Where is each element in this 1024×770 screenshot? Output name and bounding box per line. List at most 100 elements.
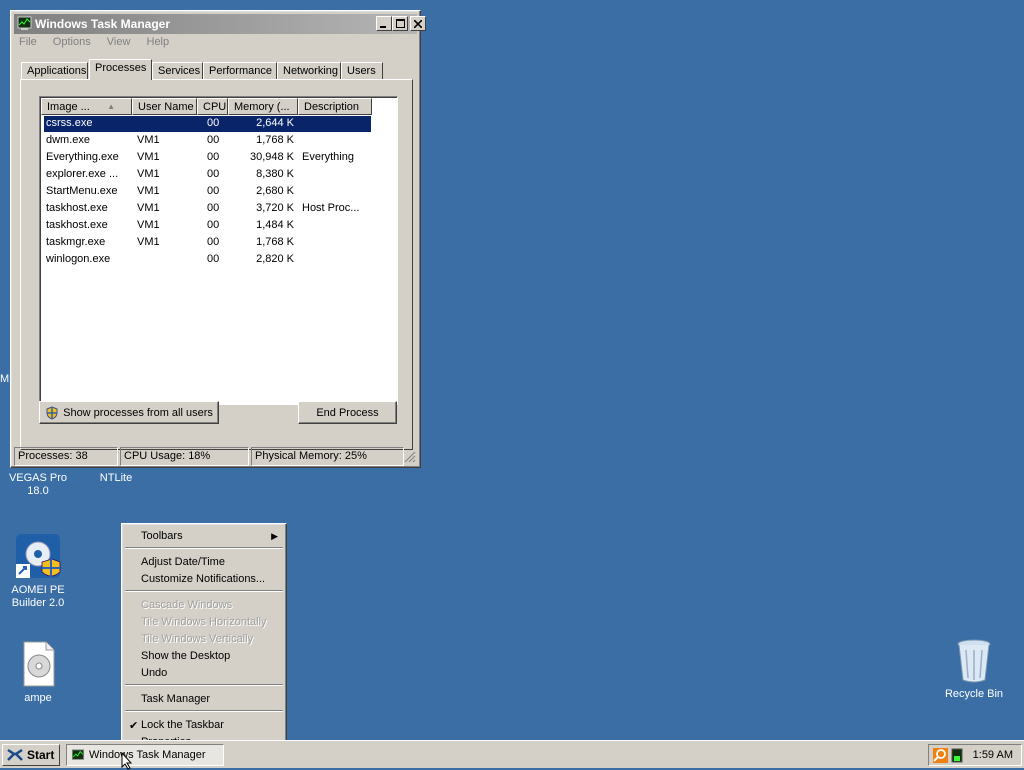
- process-cell-image: Everything.exe: [46, 151, 119, 163]
- desktop-icon-label: AOMEI PE: [11, 584, 65, 596]
- show-all-processes-label: Show processes from all users: [63, 406, 213, 419]
- menu-item-customize-notifications[interactable]: Customize Notifications...: [125, 571, 283, 588]
- search-tray-icon[interactable]: [933, 748, 948, 766]
- process-row[interactable]: taskmgr.exe VM1 00 1,768 K: [44, 235, 371, 251]
- process-cell-cpu: 00: [207, 253, 220, 265]
- file-disc-icon: [14, 640, 62, 688]
- start-label: Start: [27, 748, 55, 762]
- process-row[interactable]: explorer.exe ... VM1 00 8,380 K: [44, 167, 371, 183]
- menu-item-toolbars[interactable]: Toolbars ▶: [125, 528, 283, 545]
- taskbar[interactable]: Start Windows Task Manager 1:59 AM: [0, 740, 1024, 768]
- process-cell-cpu: 00: [207, 185, 220, 197]
- menu-item-task-manager[interactable]: Task Manager: [125, 691, 283, 708]
- process-list[interactable]: Image ... ▲ User Name CPU Memory (... De…: [39, 96, 398, 405]
- mouse-cursor-icon: [121, 752, 133, 770]
- column-cpu[interactable]: CPU: [197, 98, 228, 115]
- sort-ascending-icon: ▲: [107, 102, 115, 111]
- resize-grip-icon[interactable]: [404, 451, 416, 466]
- menu-item-adjust-datetime[interactable]: Adjust Date/Time: [125, 554, 283, 571]
- process-cell-cpu: 00: [207, 202, 220, 214]
- process-cell-user: VM1: [137, 185, 160, 197]
- menu-options[interactable]: Options: [53, 36, 91, 48]
- task-manager-window: Windows Task Manager File Options View H…: [10, 10, 426, 468]
- menu-separator: [125, 590, 283, 592]
- maximize-icon: [395, 19, 405, 28]
- process-cell-user: VM1: [137, 151, 160, 163]
- taskbar-context-menu: Toolbars ▶ Adjust Date/Time Customize No…: [121, 523, 287, 751]
- process-row[interactable]: csrss.exe 00 2,644 K: [44, 116, 371, 132]
- menu-item-undo[interactable]: Undo: [125, 665, 283, 682]
- desktop-icon-label: NTLite: [99, 472, 133, 484]
- submenu-arrow-icon: ▶: [271, 531, 278, 541]
- menu-bar: File Options View Help: [19, 36, 182, 52]
- process-cell-user: VM1: [137, 236, 160, 248]
- process-row[interactable]: dwm.exe VM1 00 1,768 K: [44, 133, 371, 149]
- process-row[interactable]: taskhost.exe VM1 00 1,484 K: [44, 218, 371, 234]
- clock[interactable]: 1:59 AM: [973, 749, 1013, 761]
- column-image-name[interactable]: Image ... ▲: [41, 98, 132, 115]
- process-cell-mem: 3,720 K: [256, 202, 294, 214]
- tab-networking[interactable]: Networking: [277, 62, 341, 80]
- process-cell-cpu: 00: [207, 168, 220, 180]
- column-user-name[interactable]: User Name: [132, 98, 197, 115]
- process-cell-image: explorer.exe ...: [46, 168, 119, 180]
- taskbar-button-task-manager[interactable]: Windows Task Manager: [66, 744, 224, 766]
- menu-item-show-desktop[interactable]: Show the Desktop: [125, 648, 283, 665]
- desktop-icon-vegas-pro[interactable]: VEGAS Pro 18.0: [0, 472, 76, 498]
- menu-item-cascade-windows: Cascade Windows: [141, 599, 233, 611]
- column-label: Image ...: [47, 101, 90, 113]
- process-list-header: Image ... ▲ User Name CPU Memory (... De…: [41, 98, 398, 115]
- process-cell-cpu: 00: [207, 134, 220, 146]
- process-row[interactable]: winlogon.exe 00 2,820 K: [44, 252, 371, 268]
- menu-help[interactable]: Help: [147, 36, 170, 48]
- task-manager-tray-icon[interactable]: [951, 748, 963, 766]
- minimize-button[interactable]: [376, 16, 392, 31]
- process-cell-mem: 1,768 K: [256, 236, 294, 248]
- status-processes: Processes: 38: [14, 447, 118, 466]
- process-cell-mem: 30,948 K: [249, 151, 294, 163]
- recycle-bin-icon: [950, 636, 998, 684]
- tab-services[interactable]: Services: [152, 62, 203, 80]
- menu-item-label: Lock the Taskbar: [141, 719, 224, 731]
- process-cell-cpu: 00: [207, 219, 220, 231]
- desktop-icon-ampe[interactable]: ampe: [0, 640, 76, 705]
- menu-separator: [125, 547, 283, 549]
- minimize-icon: [380, 25, 386, 28]
- tab-users[interactable]: Users: [341, 62, 383, 80]
- process-cell-cpu: 00: [207, 151, 220, 163]
- aomei-pe-builder-icon: [14, 532, 62, 580]
- tab-applications[interactable]: Applications: [21, 62, 88, 80]
- process-row[interactable]: taskhost.exe VM1 00 3,720 K Host Proc...: [44, 201, 371, 217]
- menu-item-tile-horizontally: Tile Windows Horizontally: [141, 616, 267, 628]
- show-all-processes-button[interactable]: Show processes from all users: [39, 401, 219, 424]
- checkmark-icon: ✔: [129, 720, 139, 732]
- tab-performance[interactable]: Performance: [203, 62, 277, 80]
- start-logo-icon: [7, 748, 23, 761]
- close-button[interactable]: [410, 16, 426, 31]
- process-row[interactable]: StartMenu.exe VM1 00 2,680 K: [44, 184, 371, 200]
- desktop-icon-aomei-pe-builder[interactable]: AOMEI PE Builder 2.0: [0, 532, 76, 610]
- process-cell-mem: 2,644 K: [256, 117, 294, 129]
- uac-shield-icon: [46, 405, 58, 420]
- column-memory[interactable]: Memory (...: [228, 98, 298, 115]
- menu-file[interactable]: File: [19, 36, 37, 48]
- maximize-button[interactable]: [392, 16, 408, 31]
- menu-item-tile-vertically: Tile Windows Vertically: [141, 633, 254, 645]
- start-button[interactable]: Start: [2, 744, 60, 766]
- taskbar-button-label: Windows Task Manager: [89, 749, 206, 761]
- desktop-icon-ntlite[interactable]: NTLite: [78, 472, 154, 485]
- desktop-icon-label: 18.0: [27, 485, 49, 497]
- process-cell-image: winlogon.exe: [46, 253, 111, 265]
- desktop-icon-recycle-bin[interactable]: Recycle Bin: [936, 636, 1012, 701]
- process-cell-image: taskhost.exe: [46, 219, 108, 231]
- title-bar[interactable]: Windows Task Manager: [14, 14, 426, 34]
- process-cell-user: VM1: [137, 202, 160, 214]
- process-cell-image: taskhost.exe: [46, 202, 108, 214]
- menu-view[interactable]: View: [107, 36, 131, 48]
- end-process-button[interactable]: End Process: [298, 401, 397, 424]
- process-row[interactable]: Everything.exe VM1 00 30,948 K Everything: [44, 150, 371, 166]
- column-description[interactable]: Description: [298, 98, 372, 115]
- tab-processes[interactable]: Processes: [89, 59, 152, 80]
- process-cell-user: VM1: [137, 219, 160, 231]
- menu-item-lock-taskbar[interactable]: ✔ Lock the Taskbar: [125, 717, 283, 734]
